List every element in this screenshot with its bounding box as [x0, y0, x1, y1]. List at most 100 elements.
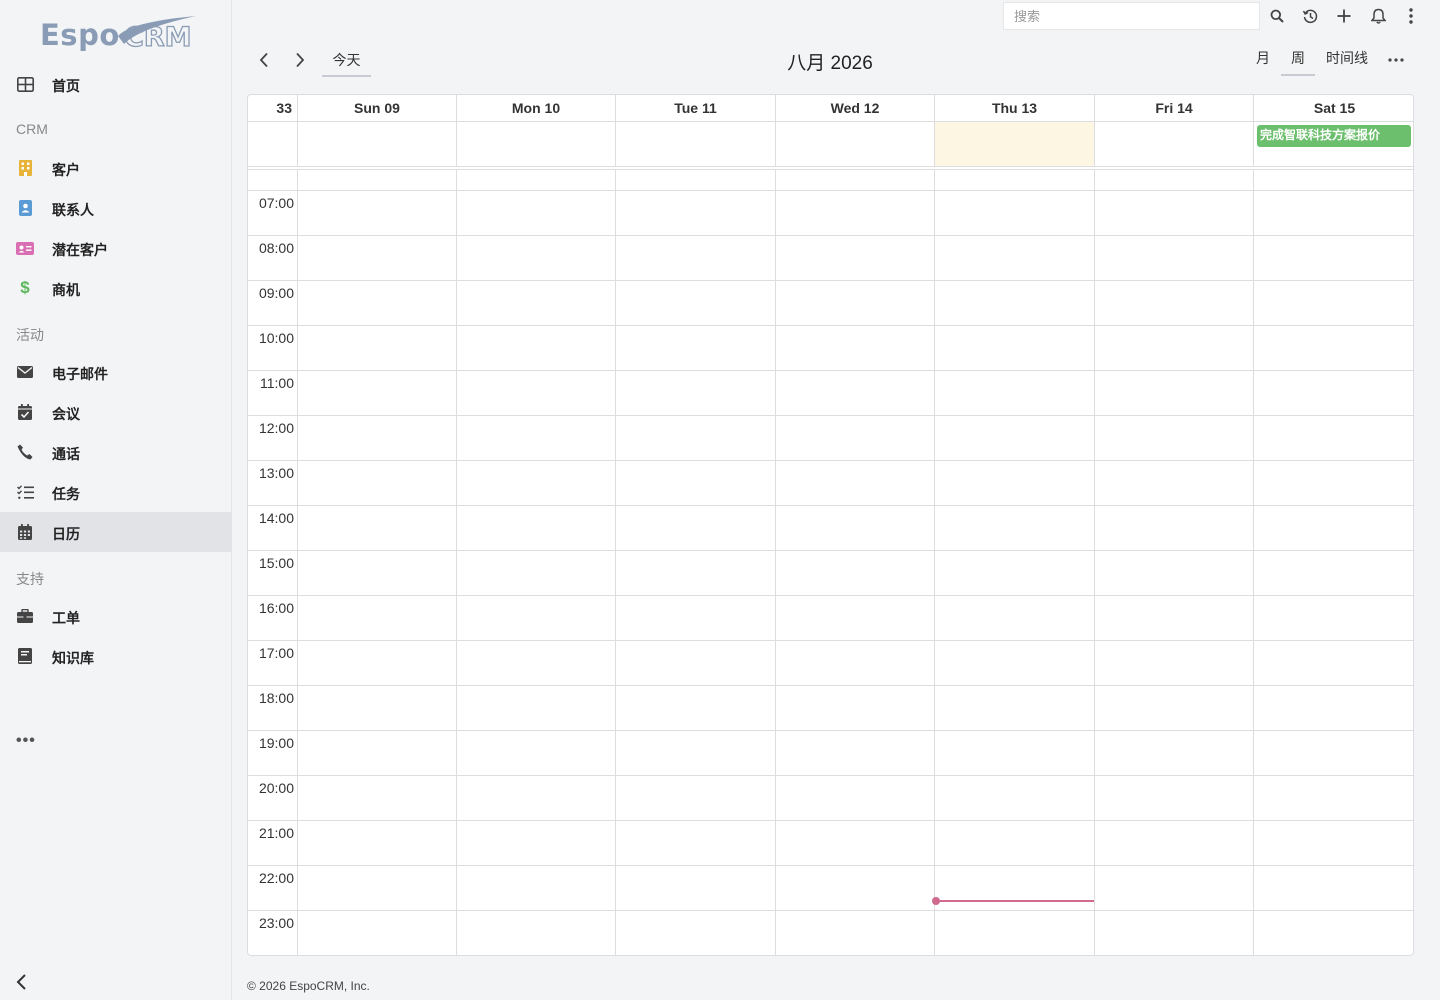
more-menu-button[interactable]: •••: [16, 732, 36, 750]
all-day-separator: [248, 166, 1413, 170]
hour-row-divider: [248, 280, 1413, 281]
calendar-event[interactable]: 完成智联科技方案报价: [1257, 125, 1411, 147]
hour-label: 10:00: [258, 330, 294, 346]
notifications-button[interactable]: [1367, 5, 1389, 27]
hour-row-divider: [248, 595, 1413, 596]
hour-row-divider: [248, 190, 1413, 191]
current-time-dot: [932, 897, 940, 905]
calendar-options-button[interactable]: [1384, 50, 1408, 70]
more-dots-icon: [1388, 58, 1404, 62]
sidebar-item-label: 潜在客户: [52, 242, 108, 258]
contact-card-icon: [16, 199, 34, 217]
calendar-icon: [16, 523, 34, 541]
sidebar-item-contacts[interactable]: 联系人: [0, 188, 231, 228]
hour-label: 21:00: [258, 825, 294, 841]
hour-label: 07:00: [258, 195, 294, 211]
sidebar-item-label: 商机: [52, 282, 80, 298]
hour-label: 23:00: [258, 915, 294, 931]
sidebar-item-calendar[interactable]: 日历: [0, 512, 231, 552]
sidebar-item-emails[interactable]: 电子邮件: [0, 352, 231, 392]
sidebar-item-accounts[interactable]: 客户: [0, 148, 231, 188]
bell-icon: [1370, 8, 1386, 24]
day-column-divider: [1094, 170, 1095, 955]
day-column-divider: [775, 170, 776, 955]
chevron-left-icon: [259, 52, 268, 68]
chevron-left-icon: [16, 974, 26, 990]
sidebar-item-cases[interactable]: 工单: [0, 596, 231, 636]
hour-row-divider: [248, 460, 1413, 461]
history-button[interactable]: [1299, 5, 1321, 27]
hour-row-divider: [248, 865, 1413, 866]
view-month-button[interactable]: 月: [1256, 48, 1270, 76]
hour-row-divider: [248, 505, 1413, 506]
today-button[interactable]: 今天: [322, 45, 371, 77]
logo-crm-mark: CRM: [118, 16, 196, 54]
history-icon: [1302, 9, 1317, 23]
envelope-icon: [16, 363, 34, 381]
day-column-divider: [297, 170, 298, 955]
all-day-cell[interactable]: [1095, 122, 1254, 166]
espocrm-logo[interactable]: Espo CRM: [40, 14, 200, 54]
global-search-input[interactable]: [1003, 2, 1260, 30]
hour-label: 13:00: [258, 465, 294, 481]
task-list-icon: [16, 483, 34, 501]
hour-row-divider: [248, 640, 1413, 641]
day-header-thu[interactable]: Thu 13: [935, 95, 1095, 122]
nav-group-support: 支持: [16, 571, 44, 587]
building-icon: [16, 159, 34, 177]
hour-row-divider: [248, 550, 1413, 551]
day-header-mon[interactable]: Mon 10: [457, 95, 616, 122]
svg-text:CRM: CRM: [124, 22, 191, 53]
all-day-cell[interactable]: [457, 122, 616, 166]
hour-row-divider: [248, 820, 1413, 821]
calendar-check-icon: [16, 403, 34, 421]
hour-row-divider: [248, 235, 1413, 236]
sidebar-item-label: 首页: [52, 78, 80, 94]
sidebar-item-label: 工单: [52, 610, 80, 626]
hour-label: 12:00: [258, 420, 294, 436]
day-column-divider: [456, 170, 457, 955]
hour-label: 11:00: [260, 375, 294, 391]
sidebar-item-meetings[interactable]: 会议: [0, 392, 231, 432]
day-header-fri[interactable]: Fri 14: [1095, 95, 1254, 122]
sidebar-item-leads[interactable]: 潜在客户: [0, 228, 231, 268]
week-calendar-grid: 33 Sun 09 Mon 10 Tue 11 Wed 12 Thu 13 Fr…: [247, 94, 1414, 956]
all-day-cell[interactable]: [298, 122, 457, 166]
phone-icon: [16, 443, 34, 461]
day-header-tue[interactable]: Tue 11: [616, 95, 776, 122]
sidebar-item-calls[interactable]: 通话: [0, 432, 231, 472]
sidebar-item-knowledge-base[interactable]: 知识库: [0, 636, 231, 676]
day-column-divider: [1253, 170, 1254, 955]
collapse-sidebar-button[interactable]: [14, 972, 34, 994]
hour-label: 15:00: [258, 555, 294, 571]
all-day-cell-today[interactable]: [935, 122, 1095, 166]
sidebar-item-tasks[interactable]: 任务: [0, 472, 231, 512]
plus-icon: [1337, 9, 1351, 23]
prev-week-button[interactable]: [252, 47, 276, 73]
hour-label: 16:00: [258, 600, 294, 616]
all-day-cell[interactable]: [776, 122, 935, 166]
all-day-cell[interactable]: [616, 122, 776, 166]
logo-text: Espo: [40, 18, 120, 52]
user-menu-button[interactable]: [1400, 5, 1422, 27]
quick-create-button[interactable]: [1333, 5, 1355, 27]
sidebar-item-label: 联系人: [52, 202, 94, 218]
day-header-sat[interactable]: Sat 15: [1254, 95, 1413, 122]
current-time-indicator: [935, 900, 1094, 902]
sidebar-item-label: 知识库: [52, 650, 94, 666]
next-week-button[interactable]: [288, 47, 312, 73]
dollar-icon: $: [20, 278, 30, 297]
sidebar-item-label: 客户: [52, 162, 80, 178]
hour-row-divider: [248, 415, 1413, 416]
day-header-wed[interactable]: Wed 12: [776, 95, 935, 122]
sidebar-item-opportunities[interactable]: $ 商机: [0, 268, 231, 308]
search-button[interactable]: [1266, 5, 1288, 27]
hour-row-divider: [248, 370, 1413, 371]
day-column-divider: [934, 170, 935, 955]
view-week-button[interactable]: 周: [1281, 48, 1315, 76]
nav-group-activities: 活动: [16, 327, 44, 343]
day-header-sun[interactable]: Sun 09: [298, 95, 457, 122]
hour-row-divider: [248, 730, 1413, 731]
view-timeline-button[interactable]: 时间线: [1326, 48, 1368, 76]
sidebar-item-home[interactable]: 首页: [0, 64, 231, 104]
